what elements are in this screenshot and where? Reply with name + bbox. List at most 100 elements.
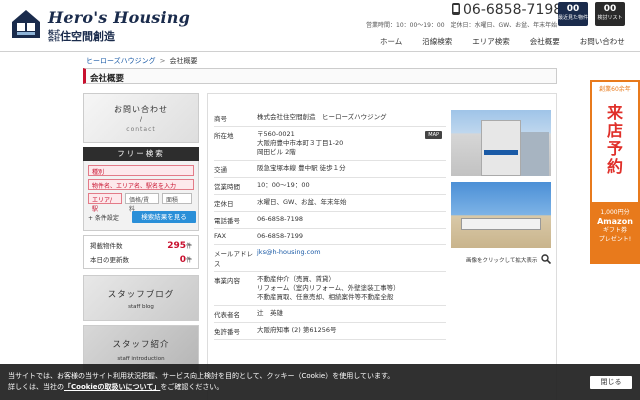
- cookie-policy-link[interactable]: 「Cookieの取扱いについて」: [64, 383, 160, 391]
- nav-company[interactable]: 会社概要: [520, 36, 570, 48]
- table-row: メールアドレス jks@h-housing.com: [214, 245, 446, 272]
- staff-blog-en: staff blog: [128, 304, 154, 310]
- row-value: 水曜日、GW、お盆、年末年始: [257, 198, 347, 206]
- business-hours: 営業時間：10：00〜19：00 定休日：水曜日、GW、お盆、年末年始: [366, 22, 558, 29]
- row-value: 〒560-0021 大阪府豊中市本町３丁目1-20 岡田ビル 2階: [257, 130, 344, 156]
- price-select[interactable]: 価格/賃料: [125, 193, 159, 213]
- breadcrumb-current: 会社概要: [169, 57, 198, 65]
- visit-reservation-banner[interactable]: 創業60余年 来店予約 1,000円分 Amazon ギフト券 プレゼント!: [590, 80, 640, 264]
- brand-name[interactable]: Hero's Housing: [48, 8, 190, 27]
- phone-number[interactable]: 06-6858-7198: [451, 2, 562, 18]
- brand-sub: 住空間創造: [60, 30, 115, 43]
- cookie-text-line1: 当サイトでは、お客様の当サイト利用状況把握、サービス向上検討を目的として、クッキ…: [8, 372, 395, 380]
- reception-desk: [461, 218, 541, 230]
- nav-line-search[interactable]: 沿線検索: [412, 36, 462, 48]
- staff-intro-en: staff introduction: [117, 356, 165, 362]
- row-value: 10：00〜19：00: [257, 181, 310, 189]
- company-info-table: 商号 株式会社住空間創造 ヒーローズハウジング 所在地 〒560-0021 大阪府豊…: [214, 110, 446, 340]
- today-unit: 件: [185, 257, 192, 264]
- listed-unit: 件: [185, 243, 192, 250]
- cookie-pre: 詳しくは、当社の: [8, 383, 64, 391]
- row-value: jks@h-housing.com: [257, 248, 446, 268]
- row-key: 所在地: [214, 132, 234, 140]
- map-button[interactable]: MAP: [425, 131, 442, 139]
- gift-amazon: Amazon: [597, 217, 633, 226]
- table-row: 定休日 水曜日、GW、お盆、年末年始: [214, 195, 446, 212]
- row-key: 事業内容: [214, 277, 240, 285]
- cookie-text-line2: 詳しくは、当社の「Cookieの取扱いについて」をご確認ください。: [8, 382, 632, 393]
- contact-banner[interactable]: お問い合わせ / contact: [83, 93, 199, 143]
- conditions-toggle[interactable]: + 条件設定: [88, 213, 119, 222]
- table-row: 代表者名 辻 英雄: [214, 306, 446, 323]
- compare-label: 検討リスト: [597, 15, 623, 21]
- logo-house-icon[interactable]: [8, 6, 44, 42]
- compare-list-button[interactable]: 00 検討リスト: [595, 2, 625, 26]
- cookie-post: をご確認ください。: [160, 383, 224, 391]
- site-header: Hero's Housing 株式会社住空間創造 06-6858-7198 営業…: [0, 0, 640, 52]
- table-row: 商号 株式会社住空間創造 ヒーローズハウジング: [214, 110, 446, 127]
- listing-counts: 掲載物件数 295件 本日の更新数 0件: [83, 235, 199, 269]
- email-link[interactable]: jks@h-housing.com: [257, 248, 321, 256]
- recent-label: 最近見た物件: [558, 15, 589, 21]
- row-value: 大阪府知事 (2) 第61256号: [257, 326, 337, 334]
- zoom-icon[interactable]: [541, 254, 551, 264]
- row-key: 電話番号: [214, 217, 240, 225]
- recent-viewed-button[interactable]: 00 最近見た物件: [558, 2, 588, 26]
- nav-area-search[interactable]: エリア検索: [462, 36, 520, 48]
- table-row: 事業内容 不動産仲介（売買、賃貸） リフォーム（室内リフォーム、外壁塗装工事等） …: [214, 272, 446, 306]
- listed-count-row: 掲載物件数 295件: [90, 240, 192, 251]
- table-row: 営業時間 10：00〜19：00: [214, 178, 446, 195]
- neighbor-building: [519, 132, 549, 176]
- office-interior-photo[interactable]: [451, 182, 551, 248]
- phone-icon: [452, 3, 460, 15]
- row-value: 阪急宝塚本線 豊中駅 徒歩１分: [257, 164, 346, 172]
- contact-banner-title: お問い合わせ: [114, 105, 168, 114]
- sidebar: お問い合わせ / contact フリー検索 種別 物件名、エリア名、駅名を入力…: [83, 93, 199, 375]
- banner-main-text: 来店予約: [606, 103, 623, 176]
- gift-area: 1,000円分 Amazon ギフト券 プレゼント!: [592, 202, 638, 262]
- table-row: 所在地 〒560-0021 大阪府豊中市本町３丁目1-20 岡田ビル 2階 MAP: [214, 127, 446, 161]
- breadcrumb: ヒーローズハウジング > 会社概要: [86, 56, 198, 66]
- keyword-input[interactable]: 物件名、エリア名、駅名を入力: [88, 179, 194, 190]
- compare-count: 00: [603, 4, 617, 14]
- size-select[interactable]: 面積: [162, 193, 192, 204]
- cookie-consent-bar: 当サイトでは、お客様の当サイト利用状況把握、サービス向上検討を目的として、クッキ…: [0, 364, 640, 400]
- free-search-form: 種別 物件名、エリア名、駅名を入力 エリア/駅 価格/賃料 面積 + 条件設定 …: [83, 161, 199, 231]
- office-exterior-photo[interactable]: [451, 110, 551, 176]
- company-overview: 商号 株式会社住空間創造 ヒーローズハウジング 所在地 〒560-0021 大阪府豊…: [207, 93, 557, 400]
- row-key: 営業時間: [214, 183, 240, 191]
- row-value: 株式会社住空間創造 ヒーローズハウジング: [257, 113, 387, 121]
- banner-top-text: 創業60余年: [592, 82, 638, 100]
- table-row: 電話番号 06-6858-7198: [214, 212, 446, 229]
- contact-banner-slash: /: [139, 116, 143, 123]
- brand-sub-small: 株式会社: [48, 30, 61, 43]
- cookie-close-button[interactable]: 閉じる: [590, 376, 632, 389]
- phone-text: 06-6858-7198: [463, 2, 563, 18]
- row-key: FAX: [214, 232, 227, 240]
- gift-card: ギフト券: [602, 227, 627, 234]
- row-value: 不動産仲介（売買、賃貸） リフォーム（室内リフォーム、外壁塗装工事等） 不動産買…: [257, 275, 400, 301]
- search-results-button[interactable]: 検索結果を見る: [132, 211, 196, 223]
- today-count-row: 本日の更新数 0件: [90, 254, 192, 265]
- table-row: FAX 06-6858-7199: [214, 229, 446, 245]
- store-sign: [484, 150, 518, 155]
- nav-contact[interactable]: お問い合わせ: [570, 36, 635, 48]
- global-nav: ホーム 沿線検索 エリア検索 会社概要 お問い合わせ: [370, 36, 635, 48]
- table-row: 免許番号 大阪府知事 (2) 第61256号: [214, 323, 446, 340]
- contact-banner-en: contact: [126, 126, 156, 133]
- brand-company: 株式会社住空間創造: [48, 28, 115, 44]
- header-divider: [0, 51, 640, 52]
- type-select[interactable]: 種別: [88, 165, 194, 176]
- row-key: 商号: [214, 115, 227, 123]
- area-station-select[interactable]: エリア/駅: [88, 193, 122, 213]
- row-key: 定休日: [214, 200, 234, 208]
- breadcrumb-separator: >: [159, 57, 166, 65]
- nav-home[interactable]: ホーム: [370, 36, 412, 48]
- staff-intro-title: スタッフ紹介: [112, 340, 170, 350]
- row-key: 交通: [214, 166, 227, 174]
- row-value: 06-6858-7198: [257, 215, 304, 223]
- breadcrumb-home[interactable]: ヒーローズハウジング: [86, 57, 156, 65]
- gift-present: プレゼント!: [598, 236, 632, 243]
- staff-blog-banner[interactable]: スタッフブログ staff blog: [83, 275, 199, 321]
- today-label: 本日の更新数: [90, 256, 129, 264]
